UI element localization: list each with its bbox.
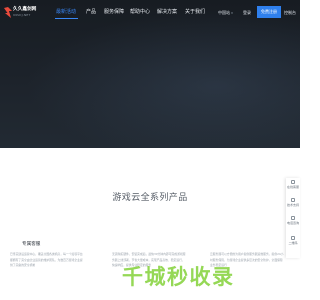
float-item-tech-support[interactable]: 技术支持 bbox=[286, 203, 300, 207]
watermark-logo: 千城秒收录 bbox=[122, 265, 235, 289]
register-button[interactable]: 免费注册 bbox=[257, 6, 281, 18]
card-description: 已坚实建设运营中心，覆盖全国各类机房，每一个接驳平台都拥有了完全由企业运营的维护… bbox=[10, 252, 83, 267]
top-navbar: 久久鑫剑网 99SDJ.NET 最新活动 产品 服务保障 帮助中心 解决方案 关… bbox=[0, 0, 300, 26]
float-item-online-service[interactable]: 在线客服 bbox=[286, 185, 300, 189]
login-link[interactable]: 登录 bbox=[243, 9, 251, 16]
nav-active-underline bbox=[55, 18, 78, 19]
nav-item-latest-activity[interactable]: 最新活动 bbox=[56, 9, 76, 16]
nav-item-help-center[interactable]: 帮助中心 bbox=[130, 9, 150, 16]
qrcode-icon bbox=[291, 236, 295, 240]
logo-subtitle: 99SDJ.NET bbox=[13, 13, 31, 17]
console-link[interactable]: 控制台 bbox=[284, 9, 296, 16]
floating-sidebar: 在线客服 技术支持 电话咨询 二维码 bbox=[286, 178, 300, 258]
logo-title: 久久鑫剑网 bbox=[13, 7, 37, 12]
nav-item-products[interactable]: 产品 bbox=[86, 9, 96, 16]
language-label: 中国站 bbox=[218, 10, 230, 15]
nav-item-about-us[interactable]: 关于我们 bbox=[185, 9, 205, 16]
card-title: 专属客服 bbox=[22, 242, 41, 247]
support-icon bbox=[291, 198, 295, 202]
float-item-qrcode[interactable]: 二维码 bbox=[286, 241, 300, 245]
float-item-phone[interactable]: 电话咨询 bbox=[286, 221, 300, 225]
chat-icon bbox=[291, 180, 295, 184]
logo-mark-icon bbox=[4, 7, 12, 18]
nav-item-solutions[interactable]: 解决方案 bbox=[157, 9, 177, 16]
hero-banner: 久久鑫剑网 99SDJ.NET 最新活动 产品 服务保障 帮助中心 解决方案 关… bbox=[0, 0, 300, 148]
phone-icon bbox=[291, 216, 295, 220]
site-logo[interactable]: 久久鑫剑网 99SDJ.NET bbox=[4, 6, 40, 21]
language-selector[interactable]: 中国站 ▾ bbox=[218, 9, 233, 17]
nav-item-service[interactable]: 服务保障 bbox=[104, 9, 124, 16]
chevron-down-icon: ▾ bbox=[231, 11, 233, 15]
section-title: 游戏云全系列产品 bbox=[112, 193, 188, 203]
